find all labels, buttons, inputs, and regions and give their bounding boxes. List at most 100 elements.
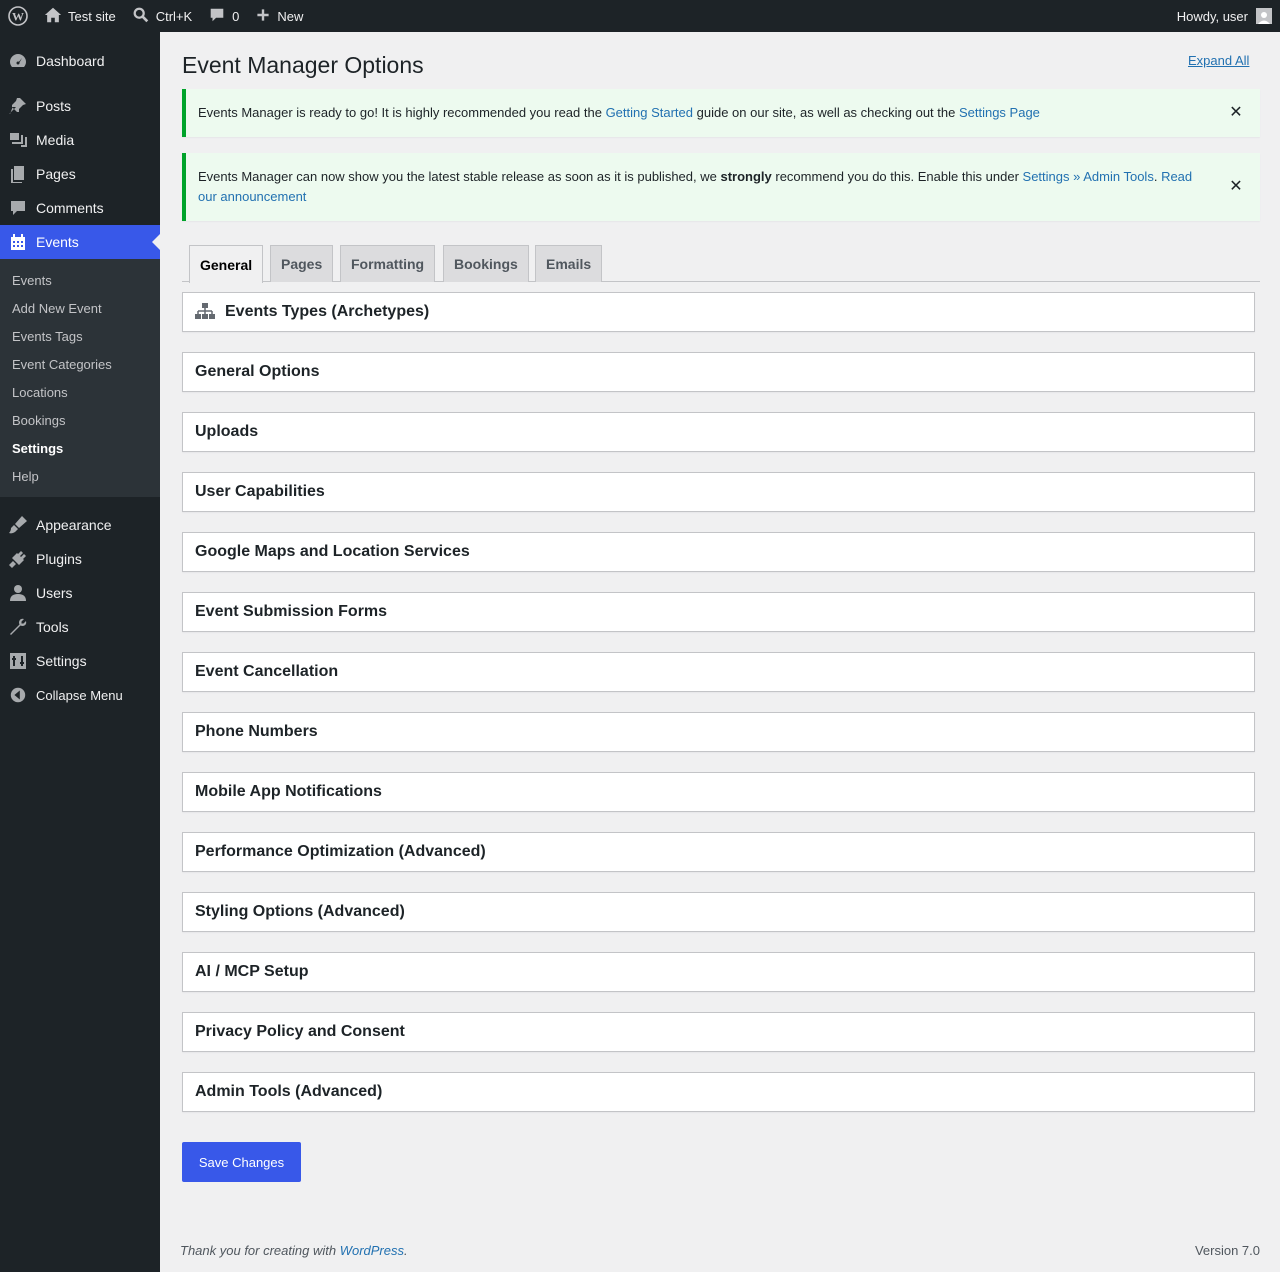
section-events-types[interactable]: Events Types (Archetypes) (182, 292, 1255, 332)
comments-link[interactable]: 0 (200, 0, 247, 32)
submenu-item-events-tags[interactable]: Events Tags (0, 322, 160, 350)
pin-icon (8, 96, 28, 116)
section-privacy-policy[interactable]: Privacy Policy and Consent (182, 1012, 1255, 1052)
pages-icon (8, 164, 28, 184)
section-user-capabilities[interactable]: User Capabilities (182, 472, 1255, 512)
wordpress-logo-icon[interactable]: W (0, 0, 36, 32)
section-title: Admin Tools (Advanced) (195, 1083, 383, 1100)
expand-all-link[interactable]: Expand All (1188, 53, 1249, 68)
notice-ready: Events Manager is ready to go! It is hig… (182, 89, 1260, 137)
section-title: Events Types (Archetypes) (225, 303, 430, 320)
section-mobile-app-notifications[interactable]: Mobile App Notifications (182, 772, 1255, 812)
section-event-submission-forms[interactable]: Event Submission Forms (182, 592, 1255, 632)
sidebar-item-settings[interactable]: Settings (0, 644, 160, 678)
save-changes-button[interactable]: Save Changes (182, 1142, 301, 1182)
collapse-menu-button[interactable]: Collapse Menu (0, 678, 160, 712)
sidebar-item-label: Media (36, 132, 75, 148)
page-title: Event Manager Options (182, 52, 424, 78)
sidebar-item-label: Appearance (36, 517, 112, 533)
sidebar-item-appearance[interactable]: Appearance (0, 508, 160, 542)
section-title: Event Submission Forms (195, 603, 388, 620)
plus-icon (255, 7, 271, 26)
getting-started-link[interactable]: Getting Started (606, 105, 693, 120)
section-title: Performance Optimization (Advanced) (195, 843, 486, 860)
comment-icon (8, 198, 28, 218)
section-uploads[interactable]: Uploads (182, 412, 1255, 452)
notice-stable-release-text: Events Manager can now show you the late… (198, 169, 1193, 204)
section-phone-numbers[interactable]: Phone Numbers (182, 712, 1255, 752)
main-content: Event Manager Options Expand All Events … (160, 32, 1280, 1272)
submenu-item-bookings[interactable]: Bookings (0, 406, 160, 434)
section-title: Event Cancellation (195, 663, 339, 680)
sidebar-item-plugins[interactable]: Plugins (0, 542, 160, 576)
comment-icon (208, 6, 226, 27)
close-icon[interactable]: ✕ (1226, 177, 1246, 197)
comments-count: 0 (232, 8, 240, 24)
section-general-options[interactable]: General Options (182, 352, 1255, 392)
new-content-link[interactable]: New (247, 0, 311, 32)
search-icon (132, 6, 150, 27)
section-ai-mcp-setup[interactable]: AI / MCP Setup (182, 952, 1255, 992)
close-icon[interactable]: ✕ (1226, 103, 1246, 123)
collapse-menu-label: Collapse Menu (36, 687, 123, 703)
wordpress-link[interactable]: WordPress (340, 1243, 404, 1258)
settings-page-link[interactable]: Settings Page (959, 105, 1040, 120)
tab-pages[interactable]: Pages (270, 245, 334, 282)
section-title: General Options (195, 363, 320, 380)
svg-text:W: W (12, 10, 24, 24)
howdy-label: Howdy, user (1176, 8, 1248, 24)
sidebar-item-label: Comments (36, 200, 104, 216)
search-shortcut[interactable]: Ctrl+K (124, 0, 200, 32)
sidebar-item-media[interactable]: Media (0, 123, 160, 157)
section-admin-tools[interactable]: Admin Tools (Advanced) (182, 1072, 1255, 1112)
sidebar-item-users[interactable]: Users (0, 576, 160, 610)
section-title: Privacy Policy and Consent (195, 1023, 405, 1040)
section-event-cancellation[interactable]: Event Cancellation (182, 652, 1255, 692)
sidebar-item-label: Events (36, 234, 79, 250)
account-menu[interactable]: Howdy, user (1169, 0, 1280, 32)
section-title: Mobile App Notifications (195, 783, 382, 800)
sidebar-item-events[interactable]: Events (0, 225, 160, 259)
wrench-icon (8, 617, 28, 637)
submenu-item-events[interactable]: Events (0, 266, 160, 294)
brush-icon (8, 515, 28, 535)
submenu-item-settings[interactable]: Settings (0, 434, 160, 462)
section-title: AI / MCP Setup (195, 963, 309, 980)
submenu-item-add-new-event[interactable]: Add New Event (0, 294, 160, 322)
new-label: New (277, 8, 304, 24)
user-icon (8, 583, 28, 603)
sidebar-item-label: Plugins (36, 551, 82, 567)
sidebar-item-dashboard[interactable]: Dashboard (0, 44, 160, 78)
notice-ready-text: Events Manager is ready to go! It is hig… (198, 105, 1040, 120)
section-google-maps[interactable]: Google Maps and Location Services (182, 532, 1255, 572)
admin-tools-link[interactable]: Settings » Admin Tools (1023, 169, 1154, 184)
settings-tabs: General Pages Formatting Bookings Emails (182, 245, 1260, 283)
tab-general[interactable]: General (189, 245, 264, 283)
section-performance-optimization[interactable]: Performance Optimization (Advanced) (182, 832, 1255, 872)
search-shortcut-label: Ctrl+K (155, 8, 193, 24)
sidebar-item-tools[interactable]: Tools (0, 610, 160, 644)
dashboard-icon (8, 51, 28, 71)
site-name-link[interactable]: Test site (36, 0, 124, 32)
calendar-icon (8, 232, 28, 252)
sidebar-item-pages[interactable]: Pages (0, 157, 160, 191)
events-submenu: Events Add New Event Events Tags Event C… (0, 259, 160, 497)
sidebar-item-label: Dashboard (36, 53, 105, 69)
notice-stable-release: Events Manager can now show you the late… (182, 153, 1260, 221)
hierarchy-icon (195, 302, 215, 322)
section-title: User Capabilities (195, 483, 325, 500)
submenu-item-event-categories[interactable]: Event Categories (0, 350, 160, 378)
tab-formatting[interactable]: Formatting (340, 245, 436, 282)
tab-bookings[interactable]: Bookings (443, 245, 529, 282)
section-title: Google Maps and Location Services (195, 543, 470, 560)
sidebar-item-comments[interactable]: Comments (0, 191, 160, 225)
sidebar-item-label: Pages (36, 166, 76, 182)
admin-bar: W Test site Ctrl+K 0 New Howdy, user (0, 0, 1280, 32)
section-title: Phone Numbers (195, 723, 318, 740)
avatar (1256, 8, 1272, 24)
sidebar-item-posts[interactable]: Posts (0, 89, 160, 123)
submenu-item-locations[interactable]: Locations (0, 378, 160, 406)
tab-emails[interactable]: Emails (535, 245, 603, 282)
section-styling-options[interactable]: Styling Options (Advanced) (182, 892, 1255, 932)
submenu-item-help[interactable]: Help (0, 462, 160, 490)
